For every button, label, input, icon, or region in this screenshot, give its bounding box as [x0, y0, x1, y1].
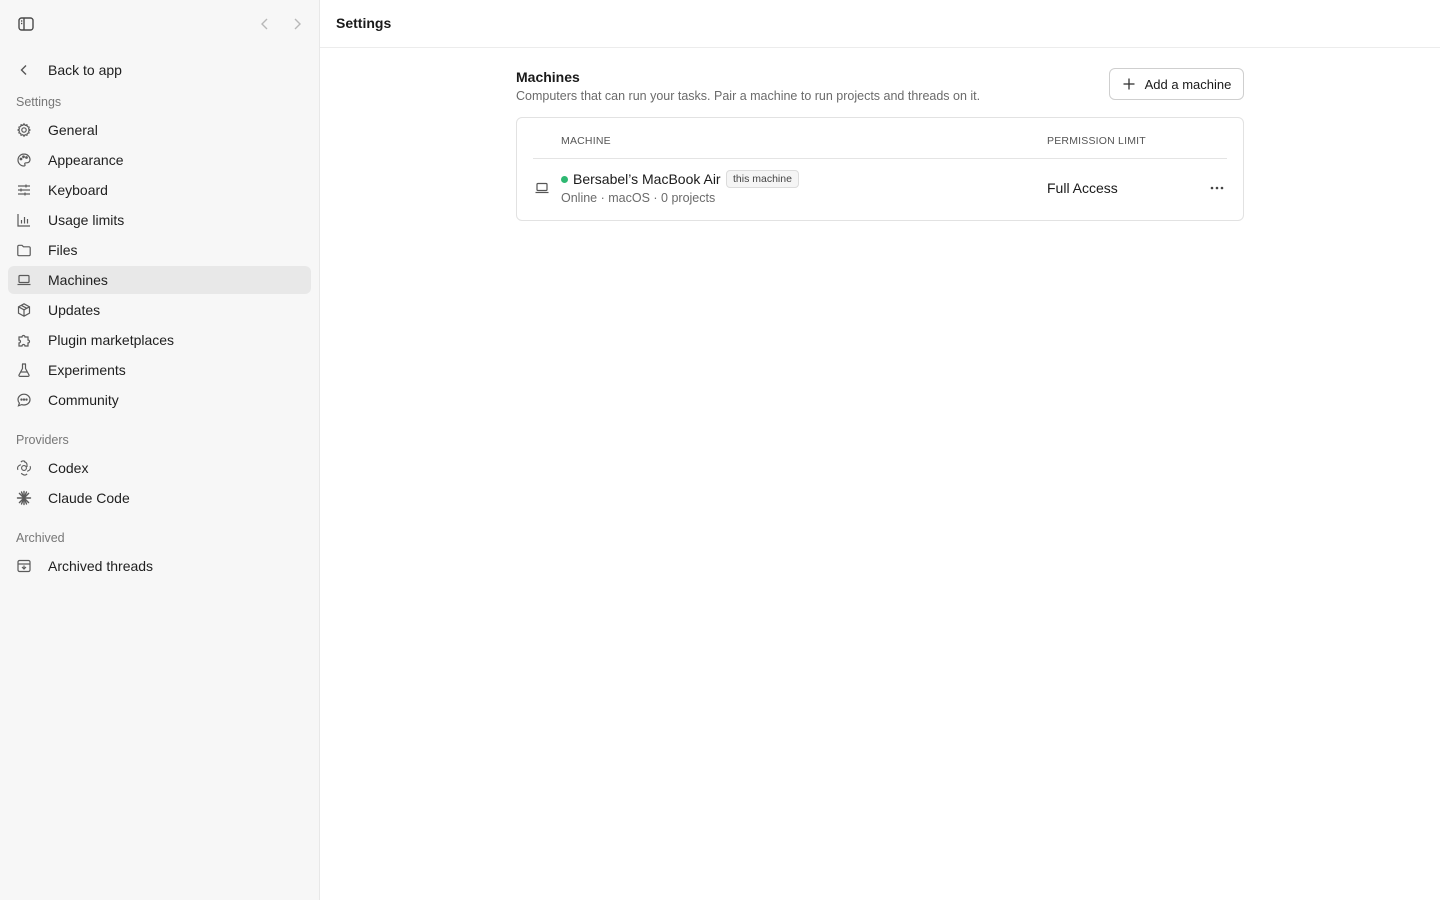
openai-icon: [16, 460, 32, 476]
sidebar-item-label: Files: [48, 242, 78, 258]
flask-icon: [16, 362, 32, 378]
column-header-permission-limit: PERMISSION LIMIT: [1047, 135, 1146, 147]
sidebar-item-label: Community: [48, 392, 119, 408]
sidebar: Back to app Settings General Appearance …: [0, 0, 320, 900]
sidebar-item-general[interactable]: General: [8, 116, 311, 144]
this-machine-badge: this machine: [726, 170, 799, 188]
sidebar-item-label: Claude Code: [48, 490, 130, 506]
gear-icon: [16, 122, 32, 138]
sidebar-item-usage-limits[interactable]: Usage limits: [8, 206, 311, 234]
sidebar-item-label: Archived threads: [48, 558, 154, 574]
page-header: Settings: [320, 0, 1440, 48]
puzzle-icon: [16, 332, 32, 348]
sidebar-item-updates[interactable]: Updates: [8, 296, 311, 324]
chevron-left-icon: [16, 62, 32, 78]
sidebar-item-label: Updates: [48, 302, 101, 318]
package-icon: [16, 302, 32, 318]
table-row[interactable]: Bersabel’s MacBook Air this machine Onli…: [517, 159, 1243, 221]
sidebar-item-codex[interactable]: Codex: [8, 454, 311, 482]
online-status-dot: [561, 176, 568, 183]
palette-icon: [16, 152, 32, 168]
sidebar-item-label: Appearance: [48, 152, 124, 168]
sidebar-item-machines[interactable]: Machines: [8, 266, 311, 294]
sidebar-item-label: Experiments: [48, 362, 126, 378]
sidebar-item-plugin-marketplaces[interactable]: Plugin marketplaces: [8, 326, 311, 354]
section-label-archived: Archived: [16, 531, 65, 545]
section-label-providers: Providers: [16, 433, 69, 447]
sliders-icon: [16, 182, 32, 198]
machines-section-title: Machines: [516, 69, 580, 85]
section-label-settings: Settings: [16, 95, 62, 109]
chat-bubble-icon: [16, 392, 32, 408]
chevron-right-icon[interactable]: [288, 15, 306, 33]
sidebar-item-label: General: [48, 122, 98, 138]
sidebar-item-label: Plugin marketplaces: [48, 332, 175, 348]
machine-name: Bersabel’s MacBook Air: [573, 171, 721, 187]
sidebar-toggle-icon[interactable]: [17, 15, 35, 33]
folder-icon: [16, 242, 32, 258]
laptop-icon: [534, 180, 550, 196]
back-to-app-label: Back to app: [48, 62, 122, 78]
permission-limit-value: Full Access: [1047, 180, 1118, 196]
page-title: Settings: [336, 15, 392, 31]
claude-spark-icon: [16, 490, 32, 506]
sidebar-item-label: Usage limits: [48, 212, 125, 228]
sidebar-item-label: Keyboard: [48, 182, 108, 198]
machines-section-description: Computers that can run your tasks. Pair …: [516, 89, 981, 103]
sidebar-top-bar: [0, 0, 320, 48]
chevron-left-icon[interactable]: [256, 15, 274, 33]
more-options-icon[interactable]: [1205, 179, 1229, 197]
add-machine-label: Add a machine: [1144, 76, 1232, 92]
laptop-icon: [16, 272, 32, 288]
column-header-machine: MACHINE: [561, 135, 611, 147]
sidebar-item-label: Machines: [48, 272, 108, 288]
sidebar-item-keyboard[interactable]: Keyboard: [8, 176, 311, 204]
sidebar-item-appearance[interactable]: Appearance: [8, 146, 311, 174]
archive-icon: [16, 558, 32, 574]
back-to-app-link[interactable]: Back to app: [8, 56, 311, 84]
sidebar-item-claude-code[interactable]: Claude Code: [8, 484, 311, 512]
bar-chart-icon: [16, 212, 32, 228]
sidebar-item-archived-threads[interactable]: Archived threads: [8, 552, 311, 580]
machine-status-text: Online · macOS · 0 projects: [561, 191, 716, 205]
add-machine-button[interactable]: Add a machine: [1109, 68, 1244, 100]
sidebar-item-community[interactable]: Community: [8, 386, 311, 414]
sidebar-item-experiments[interactable]: Experiments: [8, 356, 311, 384]
plus-icon: [1122, 77, 1136, 91]
machines-table: MACHINE PERMISSION LIMIT Bersabel’s MacB…: [516, 117, 1244, 221]
sidebar-item-files[interactable]: Files: [8, 236, 311, 264]
sidebar-item-label: Codex: [48, 460, 89, 476]
